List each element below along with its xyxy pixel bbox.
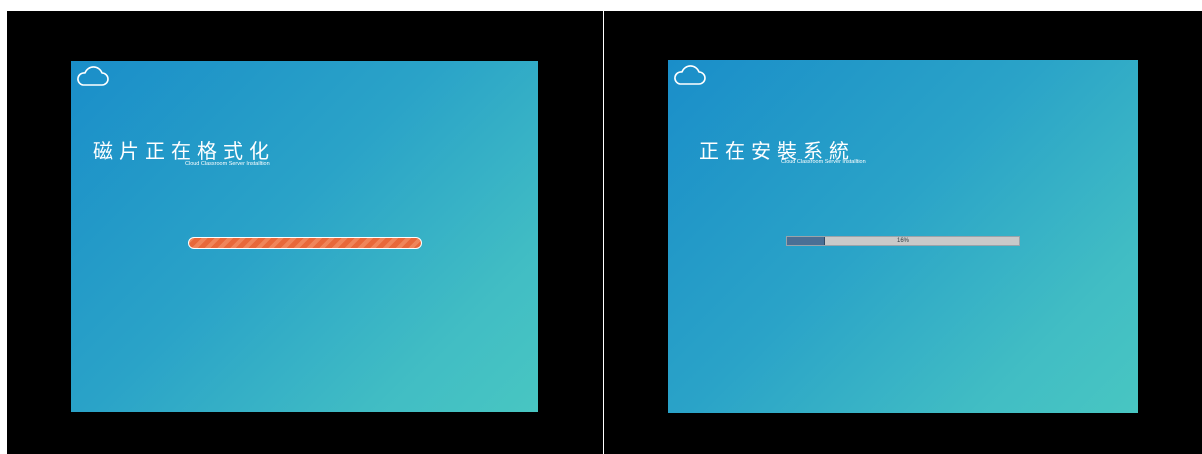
install-progress-bar: 16%: [786, 236, 1020, 246]
screen-title: 磁片正在格式化: [93, 139, 275, 163]
progress-percent-label: 16%: [896, 238, 909, 244]
left-screenshot-panel: 磁片正在格式化 Cloud Classroom Server Installti…: [7, 11, 603, 454]
screen-subtitle: Cloud Classroom Server Installtion: [781, 159, 866, 165]
installer-screen-installing: 正在安裝系統 Cloud Classroom Server Installtio…: [668, 60, 1138, 413]
screen-subtitle: Cloud Classroom Server Installtion: [185, 161, 270, 167]
cloud-icon: [77, 66, 109, 86]
cloud-icon: [674, 65, 706, 85]
installer-screen-formatting: 磁片正在格式化 Cloud Classroom Server Installti…: [71, 61, 538, 412]
edge-mark: [7, 11, 9, 22]
right-screenshot-panel: 正在安裝系統 Cloud Classroom Server Installtio…: [604, 11, 1202, 454]
format-progress-bar: [188, 237, 422, 249]
